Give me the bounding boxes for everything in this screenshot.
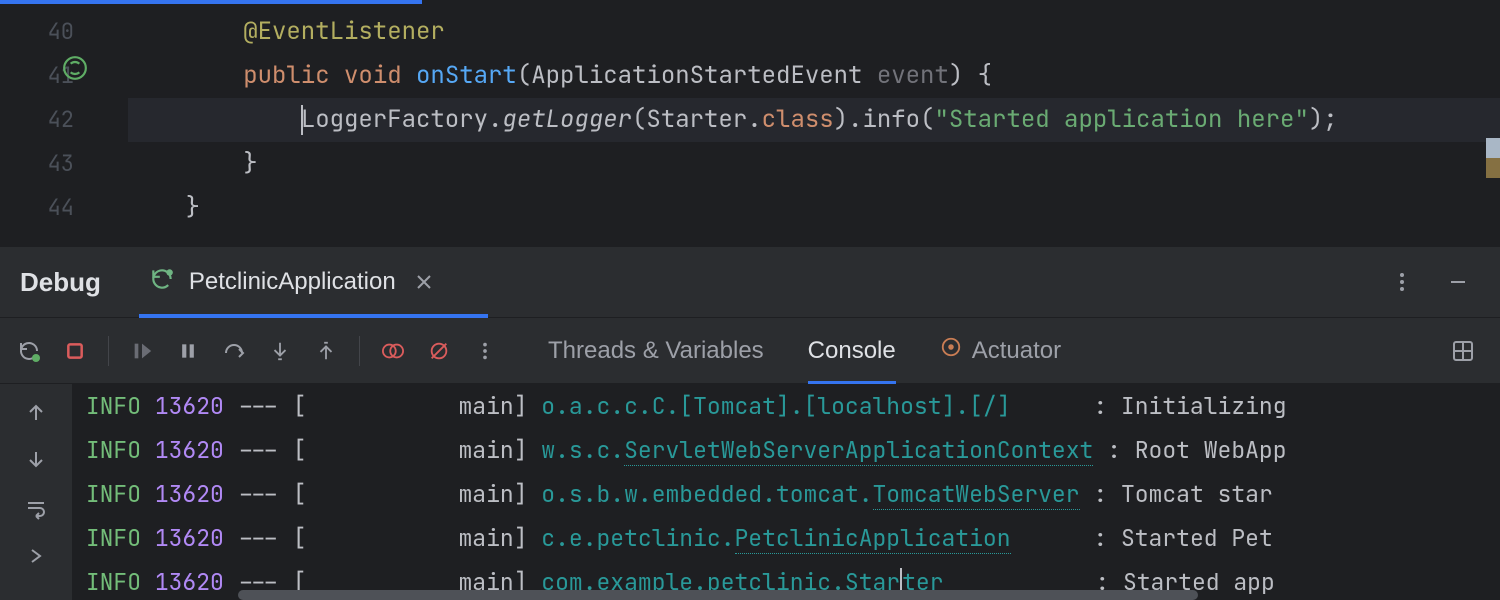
- console-output[interactable]: INFO 13620 --- [ main] o.a.c.c.C.[Tomcat…: [72, 384, 1500, 600]
- scroll-to-end-icon[interactable]: [22, 542, 50, 570]
- tab-underline: [139, 314, 488, 318]
- console-line: INFO 13620 --- [ main] o.a.c.c.C.[Tomcat…: [72, 384, 1500, 428]
- more-debug-icon[interactable]: [464, 330, 506, 372]
- keyword: void: [344, 60, 402, 91]
- debug-toolwindow-header: Debug PetclinicApplication: [0, 246, 1500, 318]
- scroll-up-icon[interactable]: [22, 398, 50, 426]
- rerun-button[interactable]: [8, 330, 50, 372]
- line-number[interactable]: 40: [0, 10, 128, 54]
- param-name: event: [877, 60, 949, 91]
- console-panel: INFO 13620 --- [ main] o.a.c.c.C.[Tomcat…: [0, 384, 1500, 600]
- step-into-button[interactable]: [259, 330, 301, 372]
- punct: (: [517, 60, 531, 91]
- pause-button[interactable]: [167, 330, 209, 372]
- code-token: getLogger: [502, 104, 632, 135]
- annotation: @EventListener: [243, 16, 445, 47]
- punct: ) {: [949, 60, 992, 91]
- resume-button[interactable]: [121, 330, 163, 372]
- console-toolbar: [0, 384, 72, 600]
- close-tab-button[interactable]: [410, 268, 438, 296]
- tab-console[interactable]: Console: [808, 318, 896, 383]
- soft-wrap-icon[interactable]: [22, 494, 50, 522]
- minimize-icon[interactable]: [1444, 268, 1472, 296]
- tab-actuator[interactable]: Actuator: [940, 318, 1061, 383]
- step-out-button[interactable]: [305, 330, 347, 372]
- scrollbar-marker[interactable]: [1486, 138, 1500, 178]
- step-over-button[interactable]: [213, 330, 255, 372]
- event-listener-gutter-icon[interactable]: [62, 55, 88, 81]
- editor-code[interactable]: @EventListener public void onStart(Appli…: [128, 0, 1500, 246]
- editor-gutter[interactable]: 40 41 42 43 44: [0, 0, 128, 246]
- param-type: ApplicationStartedEvent: [531, 60, 877, 91]
- keyword: class: [762, 104, 834, 135]
- actuator-icon: [940, 336, 962, 365]
- line-number[interactable]: 44: [0, 186, 128, 230]
- brace: }: [186, 192, 200, 223]
- separator: [359, 336, 360, 366]
- tab-threads-variables[interactable]: Threads & Variables: [548, 318, 764, 383]
- console-line: INFO 13620 --- [ main] w.s.c.ServletWebS…: [72, 428, 1500, 472]
- tab-label: Actuator: [972, 337, 1061, 365]
- more-icon[interactable]: [1388, 268, 1416, 296]
- separator: [108, 336, 109, 366]
- run-config-tab[interactable]: PetclinicApplication: [149, 247, 438, 317]
- restart-debug-icon: [149, 266, 175, 299]
- tab-label: Console: [808, 337, 896, 365]
- stop-button[interactable]: [54, 330, 96, 372]
- method-name: onStart: [416, 60, 517, 91]
- debug-subtabs: Threads & Variables Console Actuator: [548, 318, 1061, 383]
- console-line: INFO 13620 --- [ main] c.e.petclinic.Pet…: [72, 516, 1500, 560]
- scroll-down-icon[interactable]: [22, 446, 50, 474]
- layout-settings-button[interactable]: [1442, 330, 1484, 372]
- brace: }: [243, 148, 257, 179]
- line-number[interactable]: 43: [0, 142, 128, 186]
- code-token: ).info(: [834, 104, 935, 135]
- run-config-label: PetclinicApplication: [189, 268, 396, 296]
- string-literal: "Started application here": [934, 104, 1308, 135]
- code-token: .: [488, 104, 502, 135]
- mute-breakpoints-button[interactable]: [418, 330, 460, 372]
- code-token: );: [1309, 104, 1338, 135]
- debug-toolbar: Threads & Variables Console Actuator: [0, 318, 1500, 384]
- code-token: LoggerFactory: [301, 104, 488, 135]
- code-token: (Starter.: [632, 104, 762, 135]
- console-line: INFO 13620 --- [ main] o.s.b.w.embedded.…: [72, 472, 1500, 516]
- horizontal-scrollbar[interactable]: [238, 590, 1198, 600]
- toolwindow-title: Debug: [20, 267, 101, 298]
- keyword: public: [243, 60, 329, 91]
- line-number[interactable]: 42: [0, 98, 128, 142]
- editor-pane[interactable]: 40 41 42 43 44 @EventListener public voi…: [0, 0, 1500, 246]
- view-breakpoints-button[interactable]: [372, 330, 414, 372]
- tab-label: Threads & Variables: [548, 337, 764, 365]
